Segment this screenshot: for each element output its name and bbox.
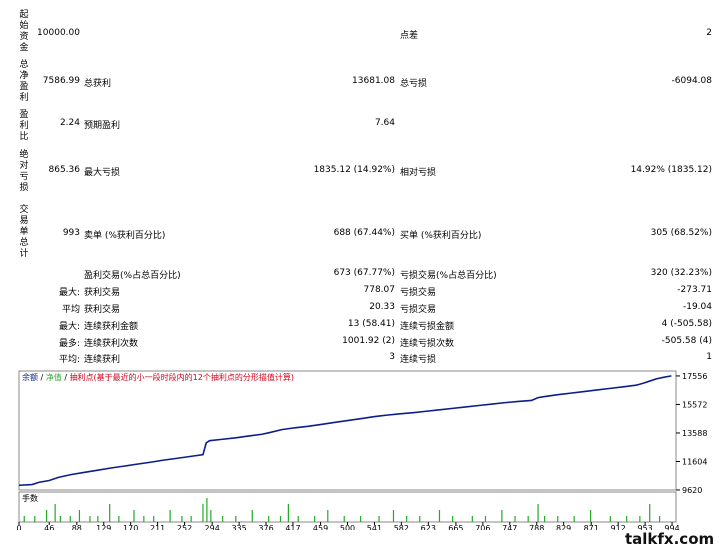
detail-col2-label: 获利交易 — [84, 305, 121, 315]
x-tick-label: 46 — [44, 524, 54, 530]
x-tick-label: 211 — [150, 524, 165, 530]
col3-label: 买单 (%获利百分比) — [400, 231, 482, 241]
col3-value: -6094.08 — [671, 76, 712, 86]
col3-value: 14.92% (1835.12) — [630, 165, 712, 175]
detail-prefix: 平均 — [61, 305, 80, 315]
detail-col3-value: 320 (32.23%) — [650, 268, 712, 278]
detail-col2-value: 3 — [389, 352, 395, 362]
detail-prefix: 最大: — [58, 322, 80, 332]
x-tick-label: 376 — [258, 524, 273, 530]
detail-col3-value: 1 — [706, 352, 712, 362]
legend-balance: 余额 — [22, 372, 38, 382]
x-tick-label: 829 — [556, 524, 571, 530]
x-tick-label: 335 — [231, 524, 246, 530]
detail-col3-value: -505.58 (4) — [661, 336, 712, 346]
row-value: 865.36 — [48, 165, 81, 175]
x-tick-label: 417 — [285, 524, 300, 530]
chart-legend: 余额 / 净值 / 抽利点(基于最近的小一段时段内的12个抽利点的分形描值计算) — [22, 372, 294, 382]
legend-equity: 净值 — [46, 372, 62, 382]
col2-label: 总获利 — [84, 79, 112, 89]
detail-col3-label: 亏损交易 — [400, 288, 437, 298]
x-tick-label: 747 — [502, 524, 517, 530]
detail-col2-label: 连续获利次数 — [84, 339, 139, 349]
row-value: 2.24 — [59, 118, 80, 128]
x-tick-label: 706 — [475, 524, 490, 530]
col3-value: 2 — [706, 28, 712, 38]
detail-prefix: 最大: — [58, 288, 80, 298]
detail-col2-value: 778.07 — [363, 285, 396, 295]
legend-drawdown: 抽利点(基于最近的小一段时段内的12个抽利点的分形描值计算) — [70, 372, 294, 382]
row-value: 10000.00 — [37, 28, 80, 38]
y-tick-label: 15572 — [682, 400, 707, 409]
col3-label: 点差 — [400, 31, 419, 41]
balance-line — [18, 375, 672, 487]
y-tick-label: 9620 — [682, 486, 702, 495]
x-tick-label: 541 — [367, 524, 382, 530]
detail-prefix: 平均: — [58, 355, 80, 365]
x-tick-label: 788 — [529, 524, 544, 530]
x-tick-label: 500 — [340, 524, 355, 530]
site-watermark: talkfx.com — [625, 530, 715, 548]
detail-prefix: 最多: — [58, 339, 80, 349]
detail-col3-label: 亏损交易(%占总百分比) — [400, 271, 497, 281]
x-tick-label: 129 — [96, 524, 111, 530]
row-value: 993 — [62, 228, 80, 238]
detail-col2-value: 20.33 — [369, 302, 395, 312]
main-plot-frame — [18, 370, 677, 491]
x-tick-label: 665 — [448, 524, 463, 530]
detail-col2-value: 1001.92 (2) — [342, 336, 395, 346]
detail-col2-label: 盈利交易(%占总百分比) — [84, 271, 181, 281]
detail-col3-label: 亏损交易 — [400, 305, 437, 315]
x-tick-label: 88 — [72, 524, 82, 530]
x-tick-label: 623 — [421, 524, 436, 530]
detail-col2-value: 13 (58.41) — [347, 319, 395, 329]
x-tick-label: 252 — [177, 524, 192, 530]
col2-value: 7.64 — [374, 118, 395, 128]
legend-separator: / — [62, 373, 70, 382]
detail-col2-label: 连续获利金额 — [84, 322, 139, 332]
balance-chart: 17556 15572 13588 11604 9620 0 46 88 129 170 211 2… — [16, 370, 707, 530]
detail-col3-label: 连续亏损次数 — [400, 339, 455, 349]
y-tick-label: 13588 — [682, 429, 707, 438]
detail-col2-label: 连续获利 — [84, 355, 121, 365]
legend-separator: / — [38, 373, 46, 382]
col2-label: 预期盈利 — [84, 121, 121, 131]
col2-value: 1835.12 (14.92%) — [313, 165, 395, 175]
volume-plot-frame — [18, 491, 677, 523]
col2-value: 13681.08 — [352, 76, 395, 86]
y-tick-label: 11604 — [682, 457, 707, 466]
x-tick-label: 871 — [584, 524, 599, 530]
detail-col3-value: -19.04 — [682, 302, 712, 312]
row-value: 7586.99 — [42, 76, 80, 86]
col2-label: 卖单 (%获利百分比) — [84, 231, 166, 241]
y-tick-label: 17556 — [682, 372, 707, 381]
detail-col3-label: 连续亏损金额 — [400, 322, 455, 332]
detail-col2-value: 673 (67.77%) — [333, 268, 395, 278]
detail-col3-label: 连续亏损 — [400, 355, 437, 365]
x-tick-label: 294 — [205, 524, 220, 530]
col2-label: 最大亏损 — [84, 168, 121, 178]
detail-col2-label: 获利交易 — [84, 288, 121, 298]
x-tick-label: 0 — [16, 524, 21, 530]
detail-col3-value: -273.71 — [677, 285, 712, 295]
x-tick-label: 912 — [611, 524, 626, 530]
col3-label: 总亏损 — [400, 79, 428, 89]
volume-label: 手数 — [22, 493, 38, 503]
x-tick-label: 459 — [313, 524, 328, 530]
detail-col3-value: 4 (-505.58) — [661, 319, 712, 329]
x-tick-label: 170 — [123, 524, 138, 530]
col2-value: 688 (67.44%) — [333, 228, 395, 238]
col3-value: 305 (68.52%) — [650, 228, 712, 238]
x-tick-label: 582 — [394, 524, 409, 530]
col3-label: 相对亏损 — [400, 168, 437, 178]
